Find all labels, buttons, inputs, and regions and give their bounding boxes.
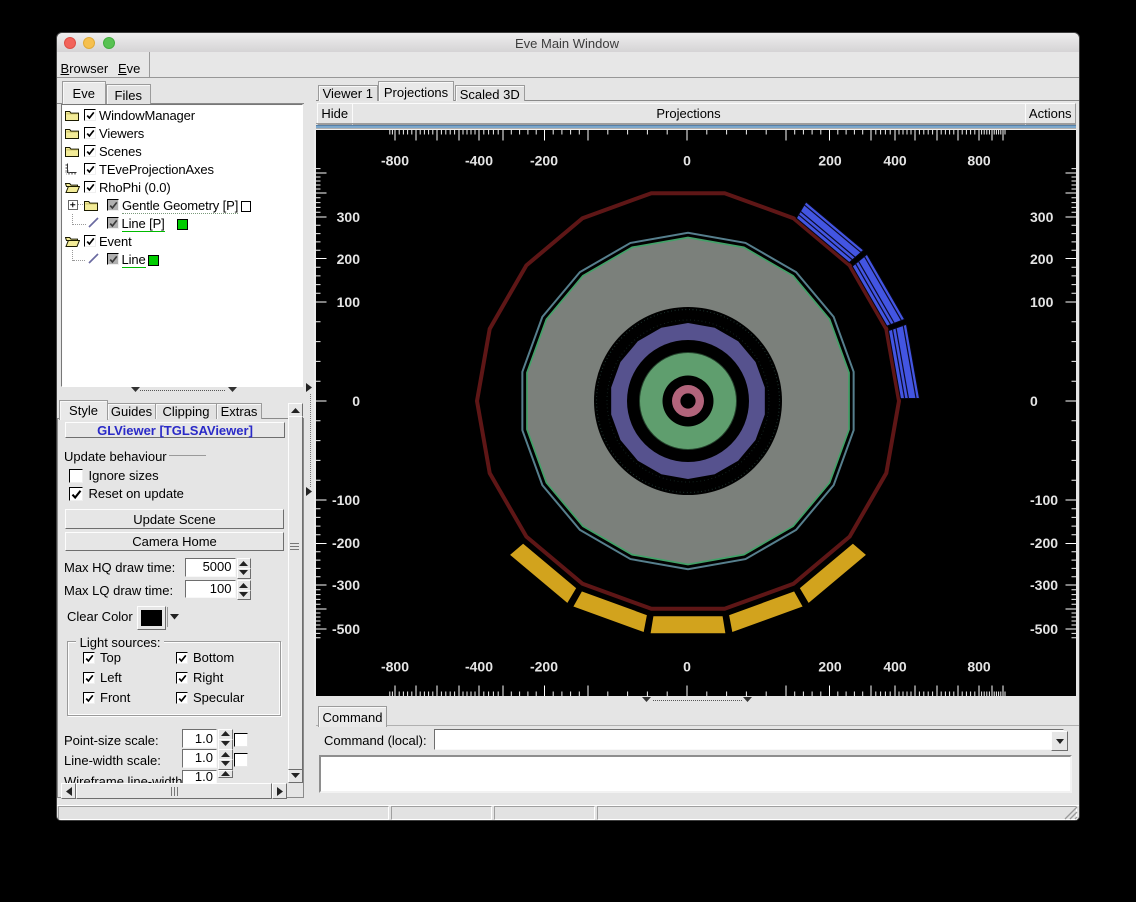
svg-text:-100: -100 [332,492,360,508]
svg-text:200: 200 [818,659,842,675]
svg-text:-300: -300 [1030,577,1058,593]
svg-text:400: 400 [883,659,907,675]
svg-text:800: 800 [967,153,991,169]
svg-text:200: 200 [1030,251,1054,267]
svg-text:-500: -500 [1030,621,1058,637]
svg-text:100: 100 [1030,294,1054,310]
svg-text:-200: -200 [530,659,558,675]
svg-text:-800: -800 [381,659,409,675]
svg-text:-200: -200 [1030,535,1058,551]
svg-text:-800: -800 [381,153,409,169]
svg-text:-200: -200 [530,153,558,169]
svg-text:-400: -400 [465,659,493,675]
svg-text:0: 0 [1030,393,1038,409]
svg-text:0: 0 [683,659,691,675]
svg-text:-300: -300 [332,577,360,593]
svg-text:-100: -100 [1030,492,1058,508]
svg-text:-500: -500 [332,621,360,637]
svg-text:300: 300 [337,209,361,225]
svg-text:-400: -400 [465,153,493,169]
svg-text:300: 300 [1030,209,1054,225]
svg-text:200: 200 [337,251,361,267]
svg-text:-200: -200 [332,535,360,551]
svg-text:0: 0 [352,393,360,409]
svg-text:100: 100 [337,294,361,310]
svg-text:0: 0 [683,153,691,169]
svg-text:200: 200 [818,153,842,169]
svg-text:800: 800 [967,659,991,675]
svg-text:400: 400 [883,153,907,169]
